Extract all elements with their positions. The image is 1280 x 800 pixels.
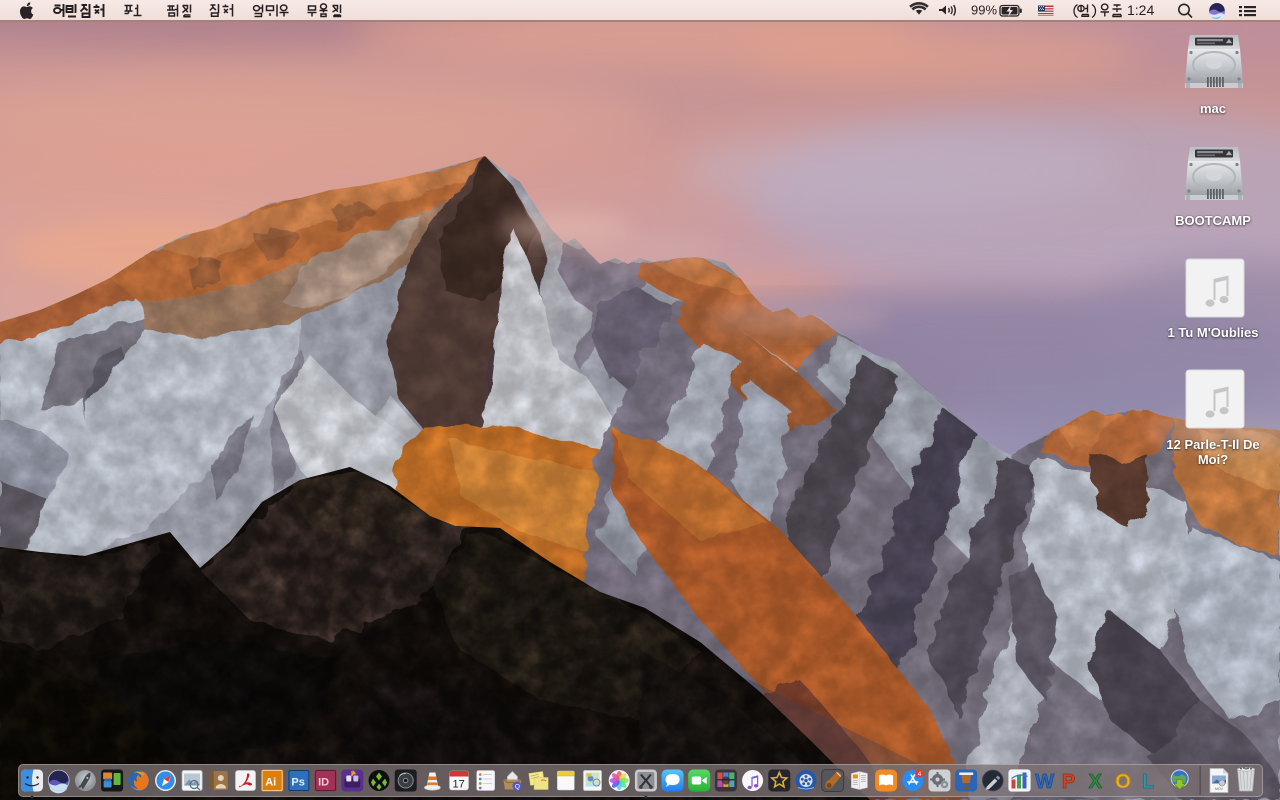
svg-text:4: 4 xyxy=(918,771,922,778)
svg-text:ID: ID xyxy=(318,777,329,789)
svg-text:Ps: Ps xyxy=(291,777,304,789)
svg-text:O: O xyxy=(1115,771,1131,793)
svg-text:17: 17 xyxy=(453,779,465,791)
svg-text:Ai: Ai xyxy=(265,777,276,789)
svg-text:L: L xyxy=(1142,771,1154,793)
svg-text:P: P xyxy=(1062,771,1075,793)
svg-text:Q: Q xyxy=(515,784,520,791)
svg-text:W: W xyxy=(1035,771,1054,793)
svg-text:X: X xyxy=(1089,771,1103,793)
svg-text:MOV: MOV xyxy=(1215,787,1224,791)
